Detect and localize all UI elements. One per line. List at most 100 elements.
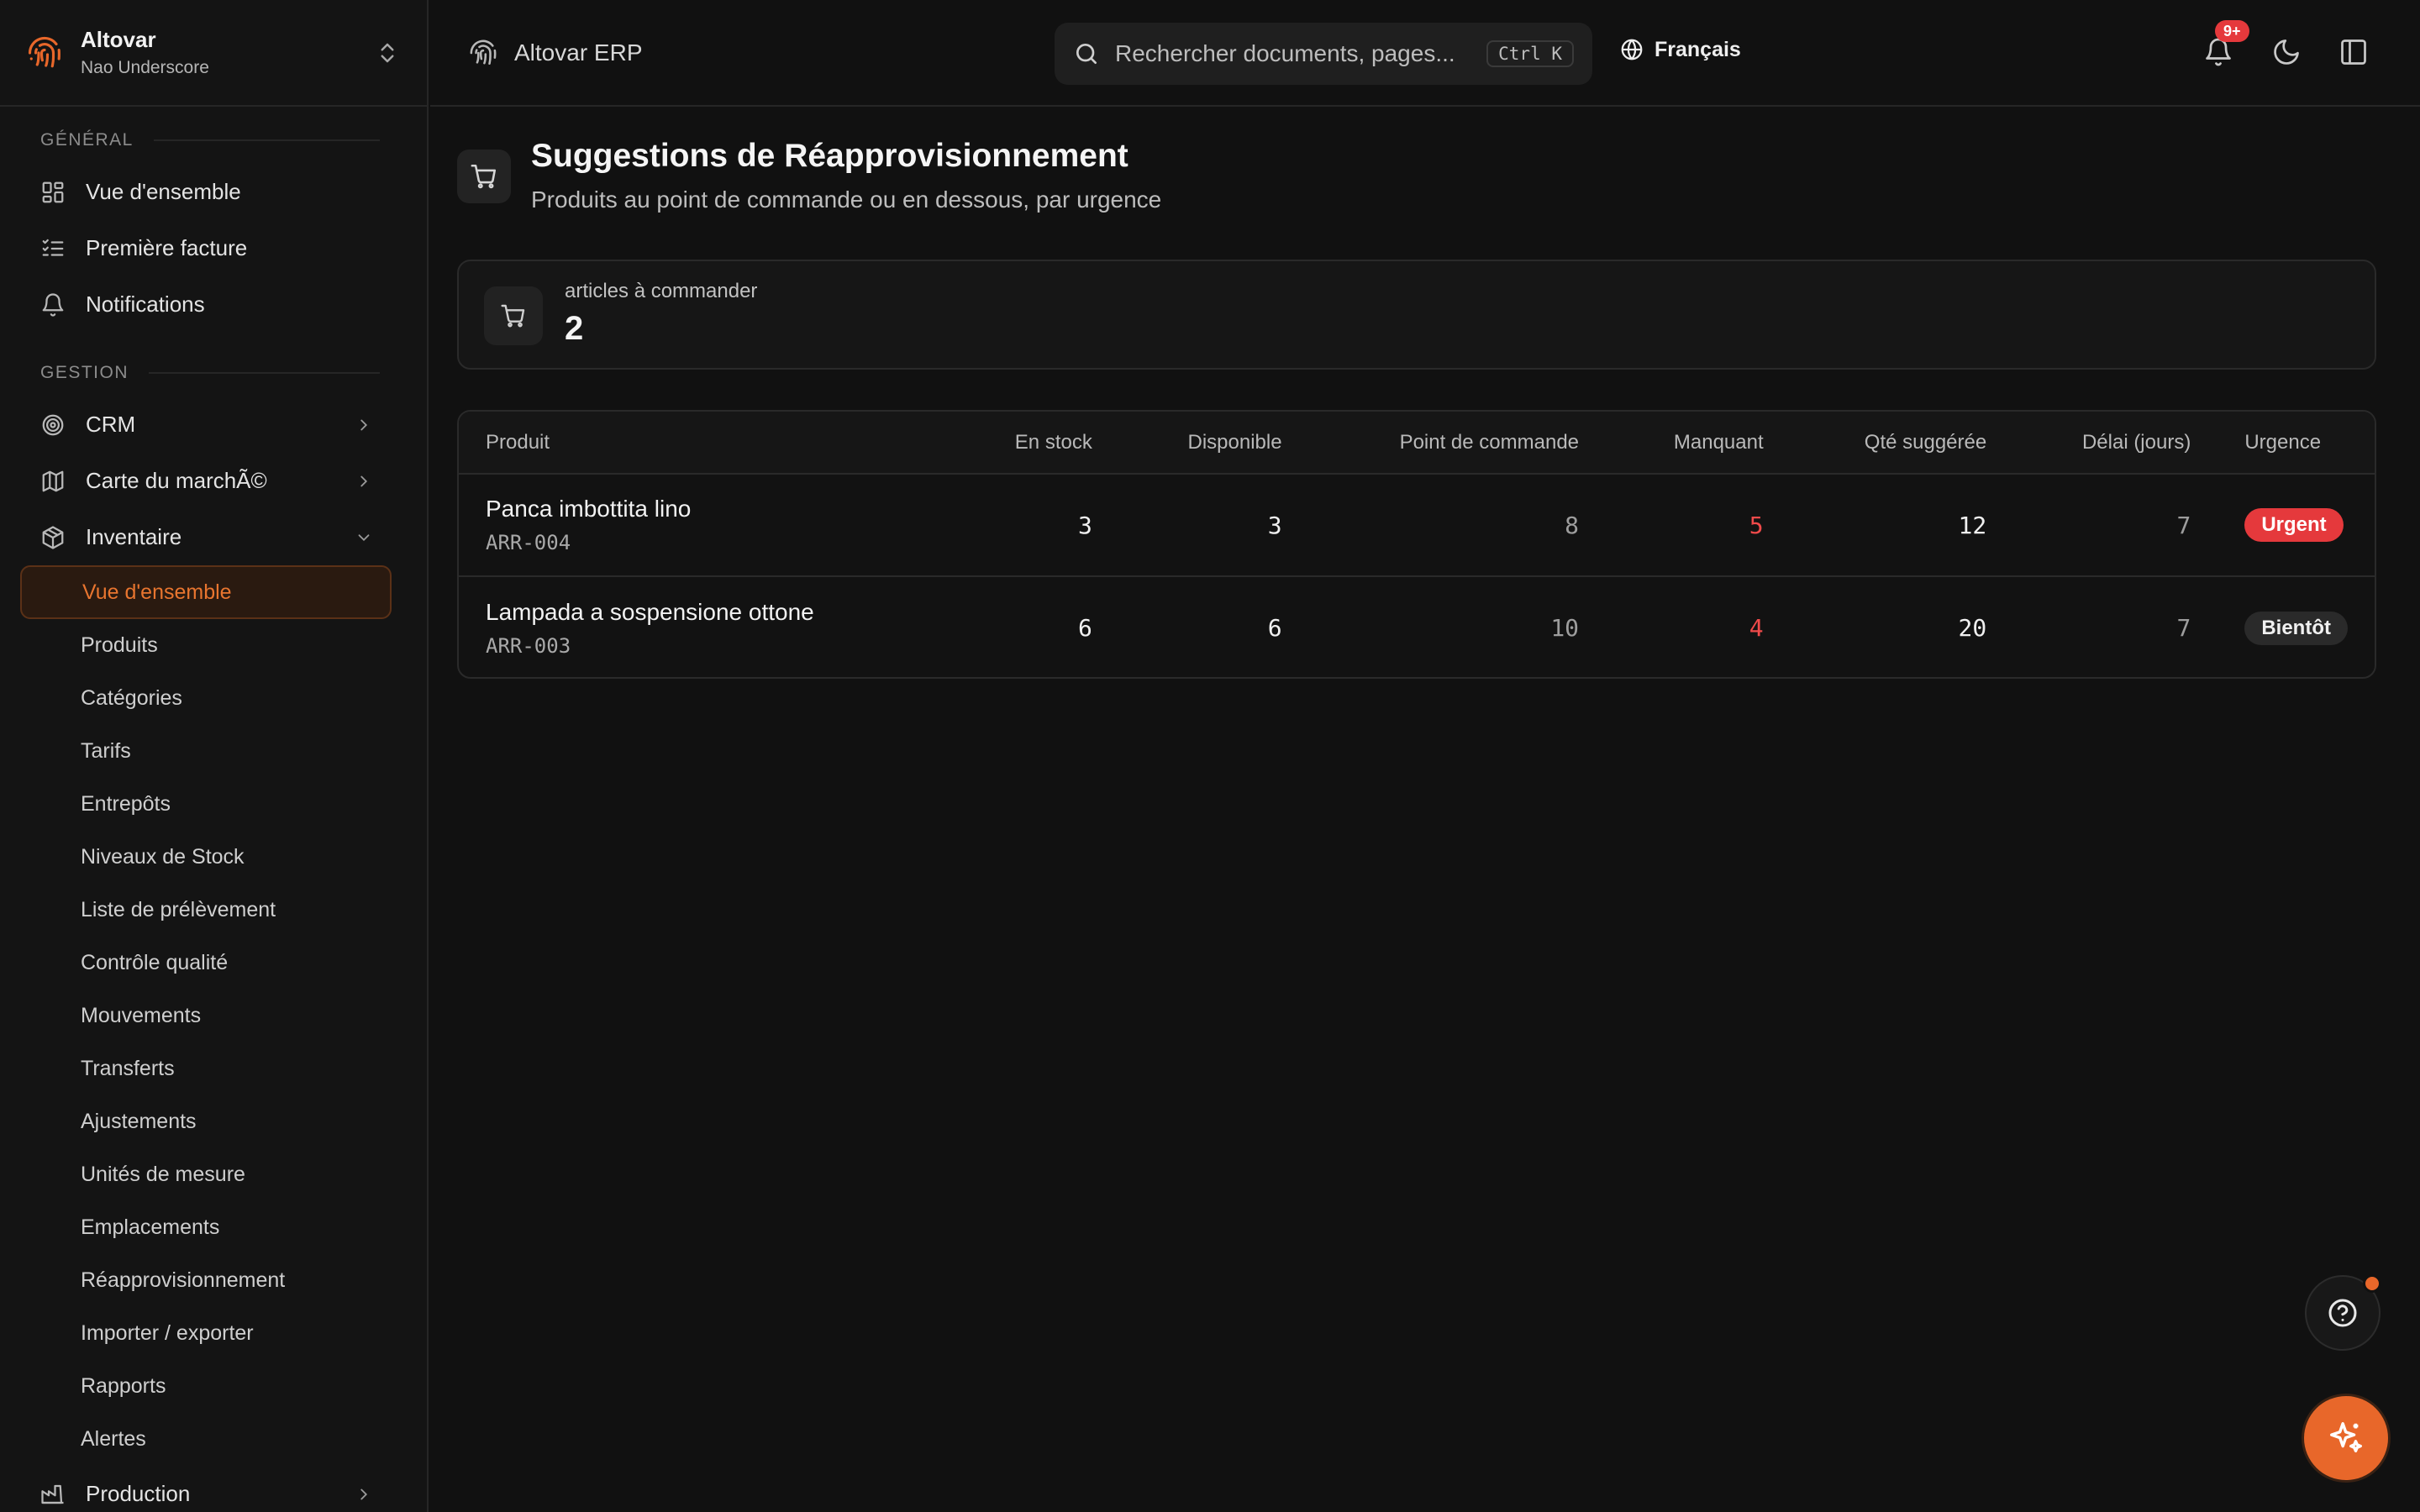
sidebar-subitem-stock-levels[interactable]: Niveaux de Stock [0, 831, 427, 884]
brand-name: Altovar ERP [514, 39, 643, 66]
sidebar-item-label: Notifications [86, 291, 205, 317]
product-sku: ARR-003 [486, 633, 571, 658]
sidebar-item-overview[interactable]: Vue d'ensemble [0, 164, 427, 220]
chevron-down-icon [358, 533, 370, 541]
sidebar-item-label: Inventaire [86, 524, 182, 549]
product-name[interactable]: Lampada a sospensione ottone [486, 599, 939, 626]
bell-icon [42, 292, 64, 317]
column-header-in-stock[interactable]: En stock [939, 412, 1092, 474]
replenishment-table: Produit En stock Disponible Point de com… [457, 410, 2376, 679]
section-label-gestion: GESTION [0, 356, 427, 390]
chevrons-up-down-icon [381, 43, 394, 62]
sidebar-subitem-locations[interactable]: Emplacements [0, 1201, 427, 1254]
table-header-row: Produit En stock Disponible Point de com… [459, 412, 2375, 474]
product-name[interactable]: Panca imbottita lino [486, 496, 939, 522]
sidebar-subitem-pick-list[interactable]: Liste de prélèvement [0, 884, 427, 937]
sidebar-item-label: CRM [86, 412, 136, 437]
notification-badge: 9+ [2215, 20, 2249, 42]
urgency-badge: Urgent [2244, 508, 2344, 542]
urgency-cell: Urgent [2191, 474, 2375, 576]
moon-icon[interactable] [2271, 37, 2302, 67]
stat-card-items-to-order: articles à commander 2 [457, 260, 2376, 370]
sidebar-subitem-replenishment[interactable]: Réapprovisionnement [0, 1254, 427, 1307]
sidebar-subitem-products[interactable]: Produits [0, 619, 427, 672]
column-header-suggested-qty[interactable]: Qté suggérée [1764, 412, 1986, 474]
in-stock-cell: 6 [1077, 614, 1092, 642]
reorder-point-cell: 10 [1550, 614, 1580, 642]
product-cell: Lampada a sospensione ottone ARR-003 [459, 576, 939, 677]
section-label-general: GÉNÉRAL [0, 123, 427, 157]
org-switcher[interactable]: Altovar Nao Underscore [0, 0, 427, 107]
sidebar: Altovar Nao Underscore GÉNÉRAL Vue d'ens… [0, 0, 429, 1512]
sidebar-item-market-map[interactable]: Carte du marchÃ© [0, 453, 427, 509]
column-header-lead-time[interactable]: Délai (jours) [1986, 412, 2191, 474]
search-shortcut: Ctrl K [1486, 40, 1574, 67]
product-cell: Panca imbottita lino ARR-004 [459, 474, 939, 576]
page-title: Suggestions de Réapprovisionnement [531, 138, 1128, 174]
column-header-product[interactable]: Produit [459, 412, 939, 474]
urgency-badge: Bientôt [2244, 611, 2348, 645]
sidebar-subitem-warehouses[interactable]: Entrepôts [0, 778, 427, 831]
stat-label: articles à commander [565, 280, 758, 302]
column-header-missing[interactable]: Manquant [1579, 412, 1764, 474]
sidebar-subitem-movements[interactable]: Mouvements [0, 990, 427, 1042]
page-subtitle: Produits au point de commande ou en dess… [531, 186, 1162, 213]
target-icon [42, 414, 64, 435]
brand[interactable]: Altovar ERP [469, 39, 643, 67]
column-header-urgency[interactable]: Urgence [2191, 412, 2375, 474]
sidebar-item-label: Vue d'ensemble [86, 179, 241, 204]
sidebar-toggle-icon[interactable] [2338, 37, 2369, 67]
column-header-reorder-point[interactable]: Point de commande [1282, 412, 1579, 474]
available-cell: 6 [1267, 614, 1282, 642]
stat-value: 2 [565, 310, 584, 347]
sidebar-item-label: Première facture [86, 235, 248, 260]
factory-icon [41, 1484, 64, 1504]
dashboard-icon [42, 181, 64, 202]
map-icon [42, 470, 64, 491]
lead-time-cell: 7 [2176, 614, 2191, 642]
column-header-available[interactable]: Disponible [1092, 412, 1282, 474]
table-row[interactable]: Panca imbottita lino ARR-004 3 3 8 5 12 … [459, 474, 2375, 576]
sidebar-subitem-inventory-overview[interactable]: Vue d'ensemble [20, 565, 392, 619]
sidebar-item-first-invoice[interactable]: Première facture [0, 220, 427, 276]
chevron-right-icon [360, 1488, 368, 1499]
table-row[interactable]: Lampada a sospensione ottone ARR-003 6 6… [459, 576, 2375, 677]
org-subtitle: Nao Underscore [81, 58, 209, 77]
sidebar-subitem-categories[interactable]: Catégories [0, 672, 427, 725]
sidebar-item-inventory[interactable]: Inventaire [0, 509, 427, 565]
chevron-right-icon [360, 475, 368, 486]
sidebar-subitem-alerts[interactable]: Alertes [0, 1413, 427, 1466]
cart-icon [457, 150, 511, 203]
lead-time-cell: 7 [2176, 511, 2191, 539]
sidebar-subitem-quality-control[interactable]: Contrôle qualité [0, 937, 427, 990]
reorder-point-cell: 8 [1565, 511, 1580, 539]
sidebar-item-notifications[interactable]: Notifications [0, 276, 427, 333]
search-placeholder: Rechercher documents, pages... [1115, 40, 1455, 66]
urgency-cell: Bientôt [2191, 576, 2375, 677]
sidebar-item-production[interactable]: Production [0, 1466, 427, 1512]
product-sku: ARR-004 [486, 531, 571, 554]
sidebar-subitem-units[interactable]: Unités de mesure [0, 1148, 427, 1201]
help-circle-icon [2328, 1299, 2357, 1327]
box-icon [42, 525, 64, 549]
chevron-right-icon [360, 419, 368, 430]
cart-icon [484, 286, 543, 345]
sparkles-icon [2330, 1422, 2362, 1453]
sidebar-item-crm[interactable]: CRM [0, 396, 427, 453]
search-bar[interactable]: Rechercher documents, pages... Ctrl K [1055, 23, 1592, 85]
fingerprint-icon [470, 39, 497, 65]
sidebar-subitem-adjustments[interactable]: Ajustements [0, 1095, 427, 1148]
sidebar-subitem-reports[interactable]: Rapports [0, 1360, 427, 1413]
sidebar-subitem-import-export[interactable]: Importer / exporter [0, 1307, 427, 1360]
ai-assistant-button[interactable] [2304, 1396, 2388, 1480]
search-icon [1076, 44, 1097, 64]
sidebar-subitem-transfers[interactable]: Transferts [0, 1042, 427, 1095]
help-indicator-dot [2363, 1274, 2381, 1293]
language-selector[interactable]: Français [1619, 37, 1741, 62]
sidebar-subitem-pricing[interactable]: Tarifs [0, 725, 427, 778]
language-label: Français [1655, 37, 1741, 61]
fingerprint-logo-icon [28, 36, 60, 67]
missing-cell: 4 [1749, 614, 1764, 642]
in-stock-cell: 3 [1077, 511, 1092, 539]
available-cell: 3 [1267, 511, 1282, 539]
